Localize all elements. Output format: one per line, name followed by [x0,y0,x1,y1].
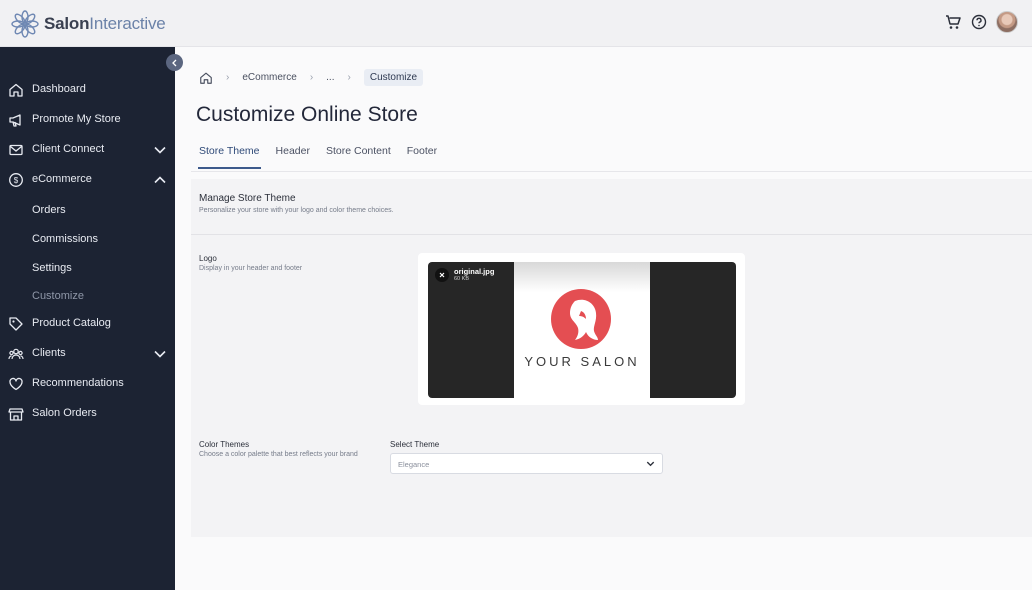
tab-store-theme[interactable]: Store Theme [198,145,261,169]
color-themes-desc: Choose a color palette that best reflect… [199,451,358,458]
sidebar-subitem-settings[interactable]: Settings [32,262,72,274]
chevron-right-icon: › [226,72,230,83]
tab-header[interactable]: Header [276,145,310,169]
sidebar-item-ecommerce[interactable]: $ eCommerce [0,168,175,192]
dollar-icon: $ [9,173,23,187]
sidebar-subitem-customize[interactable]: Customize [32,290,84,302]
brand-logo[interactable]: SalonInteractive [10,9,166,39]
close-icon [439,272,445,278]
sidebar-item-promote-my-store[interactable]: Promote My Store [0,108,175,132]
logo-image-area: YOUR SALON [514,262,650,398]
theme-select[interactable]: Elegance [390,453,663,474]
brand-name: SalonInteractive [44,14,166,34]
sidebar-item-label: Client Connect [32,143,105,155]
sidebar-subitem-orders[interactable]: Orders [32,204,66,216]
sidebar-subitem-commissions[interactable]: Commissions [32,233,98,245]
chevron-up-icon[interactable] [153,173,167,187]
tabs-divider [191,171,1032,172]
sidebar-item-label: Product Catalog [32,317,111,329]
tab-bar: Store Theme Header Store Content Footer [198,145,437,169]
remove-logo-button[interactable] [435,268,449,282]
brand-name-light: Interactive [89,14,166,33]
store-icon [8,408,24,421]
store-theme-panel: Manage Store Theme Personalize your stor… [191,179,1032,537]
sidebar-item-clients[interactable]: Clients [0,342,175,366]
logo-section-title: Logo [199,254,217,263]
chevron-down-icon[interactable] [153,347,167,361]
salon-emblem [551,289,611,349]
sidebar-item-label: eCommerce [32,173,92,185]
svg-text:$: $ [14,176,19,185]
logo-preview-card: YOUR SALON original.jpg 60 KB [418,253,745,405]
logo-image-text: YOUR SALON [524,354,640,369]
chevron-right-icon: › [347,72,351,83]
sidebar-item-product-catalog[interactable]: Product Catalog [0,312,175,336]
home-icon[interactable] [199,71,213,85]
logo-file-name: original.jpg [454,267,495,276]
logo-section-desc: Display in your header and footer [199,265,303,272]
logo-preview-image[interactable]: YOUR SALON original.jpg 60 KB [428,262,736,398]
mail-icon [9,144,23,156]
breadcrumb-ellipsis[interactable]: ... [326,72,334,83]
tag-icon [9,317,23,331]
chevron-left-icon [171,59,176,66]
sidebar-item-label: Recommendations [32,377,124,389]
flower-logo-icon [11,10,39,38]
cart-icon[interactable] [944,13,962,31]
theme-select-value: Elegance [398,460,430,469]
megaphone-icon [9,114,21,127]
heart-icon [9,377,23,391]
home-icon [9,83,23,97]
manage-theme-desc: Personalize your store with your logo an… [199,207,394,214]
chevron-down-icon[interactable] [153,143,167,157]
sidebar-item-label: Salon Orders [32,407,97,419]
main-content: › eCommerce › ... › Customize Customize … [175,47,1032,590]
brand-name-bold: Salon [44,14,90,33]
sidebar-collapse-button[interactable] [166,54,183,71]
breadcrumb-item-ecommerce[interactable]: eCommerce [242,72,296,83]
sidebar-item-label: Dashboard [32,83,86,95]
chevron-down-icon [646,461,655,467]
sidebar-item-salon-orders[interactable]: Salon Orders [0,402,175,426]
section-divider [191,234,1032,235]
manage-theme-title: Manage Store Theme [199,193,296,204]
color-themes-title: Color Themes [199,440,250,449]
tab-store-content[interactable]: Store Content [326,145,391,169]
select-theme-label: Select Theme [390,440,440,449]
top-bar: SalonInteractive [0,0,1032,47]
page-title: Customize Online Store [196,103,418,126]
help-icon[interactable] [970,13,988,31]
breadcrumb: › eCommerce › ... › Customize [199,69,424,86]
sidebar-item-label: Clients [32,347,66,359]
logo-file-size: 60 KB [454,276,469,282]
tab-footer[interactable]: Footer [407,145,437,169]
breadcrumb-item-customize: Customize [363,69,424,86]
sidebar-item-dashboard[interactable]: Dashboard [0,78,175,102]
sidebar-item-label: Promote My Store [32,113,121,125]
sidebar-item-client-connect[interactable]: Client Connect [0,138,175,162]
avatar[interactable] [996,11,1018,33]
chevron-right-icon: › [309,72,314,83]
sidebar-item-recommendations[interactable]: Recommendations [0,372,175,396]
users-icon [8,348,24,360]
